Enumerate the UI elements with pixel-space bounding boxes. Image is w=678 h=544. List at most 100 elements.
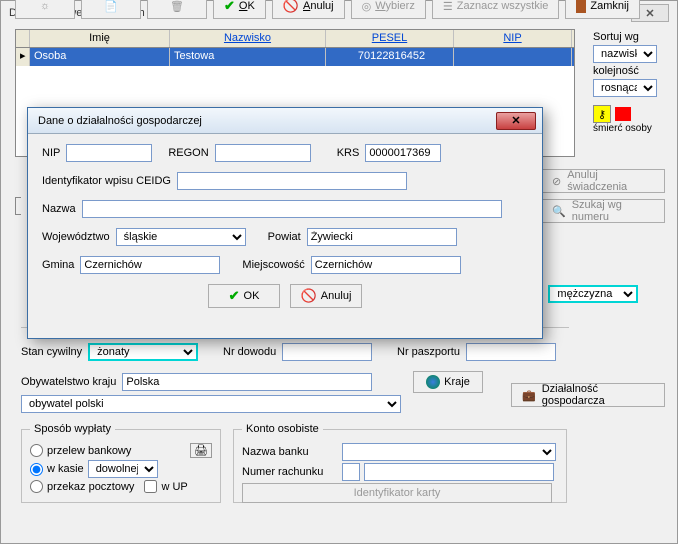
wybierz-button[interactable]: ◎Wybierz — [351, 0, 426, 19]
woj-select[interactable]: śląskie — [116, 228, 246, 246]
close-icon: ✕ — [511, 114, 520, 127]
anuluj-button[interactable]: 🚫Anuluj — [272, 0, 345, 19]
nip-input[interactable] — [66, 144, 152, 162]
trash-icon: 🗑 — [170, 0, 184, 13]
cell-pesel: 70122816452 — [326, 48, 454, 66]
szukaj-numeru-button[interactable]: 🔍 Szukaj wg numeru — [541, 199, 665, 223]
tool1-button[interactable]: ☼ — [15, 0, 75, 19]
miejsc-label: Miejscowość — [242, 259, 304, 271]
ok-button[interactable]: ✔OK — [213, 0, 266, 19]
konto-fieldset: Konto osobiste Nazwa banku Numer rachunk… — [233, 423, 567, 503]
select-all-icon: ☰ — [443, 0, 453, 13]
check-icon: ✔ — [224, 0, 235, 14]
kraje-button[interactable]: Kraje — [413, 371, 483, 393]
sort-panel: Sortuj wg nazwiska kolejność rosnąca ⚷ ś… — [593, 29, 665, 134]
bank-icon[interactable]: 🖨 — [190, 443, 212, 458]
dowod-input[interactable] — [282, 343, 372, 361]
przelew-label: przelew bankowy — [47, 445, 131, 457]
powiat-label: Powiat — [268, 231, 301, 243]
regon-input[interactable] — [215, 144, 311, 162]
sposob-wyplaty-fieldset: Sposób wypłaty przelew bankowy 🖨 w kasie… — [21, 423, 221, 503]
przelew-radio[interactable] — [30, 444, 43, 457]
plec-select[interactable]: mężczyzna — [548, 285, 638, 303]
miejsc-input[interactable] — [311, 256, 461, 274]
dzialalnosc-dialog: Dane o działalności gospodarczej ✕ NIP R… — [27, 107, 543, 339]
rachunek-prefix-input[interactable] — [342, 463, 360, 481]
check-icon: ✔ — [229, 288, 240, 304]
dialog-title: Dane o działalności gospodarczej — [38, 115, 202, 127]
order-label: kolejność — [593, 65, 665, 77]
stan-label: Stan cywilny — [21, 346, 82, 358]
dialog-ok-button[interactable]: ✔OK — [208, 284, 280, 308]
stop-icon: ⊘ — [552, 175, 561, 188]
obyw-label: Obywatelstwo kraju — [21, 376, 116, 388]
paszport-label: Nr paszportu — [397, 346, 460, 358]
target-icon: ◎ — [362, 0, 372, 13]
rachunek-input[interactable] — [364, 463, 554, 481]
id-karty-button[interactable]: Identyfikator karty — [242, 483, 552, 503]
tool2-button[interactable]: 📄 — [81, 0, 141, 19]
przekaz-label: przekaz pocztowy — [47, 481, 134, 493]
dialog-anuluj-button[interactable]: 🚫Anuluj — [290, 284, 362, 308]
grid-header-imie[interactable]: Imię — [30, 30, 170, 47]
bottom-toolbar: ☼ 📄 🗑 ✔OK 🚫Anuluj ◎Wybierz ☰Zaznacz wszy… — [15, 0, 665, 19]
briefcase-icon: 💼 — [522, 389, 536, 402]
cell-nip — [454, 48, 572, 66]
nosign-icon: 🚫 — [301, 288, 317, 304]
sort-order-select[interactable]: rosnąca — [593, 79, 657, 97]
przekaz-radio[interactable] — [30, 480, 43, 493]
anuluj-swiadczenia-button[interactable]: ⊘ Anuluj świadczenia — [541, 169, 665, 193]
powiat-input[interactable] — [307, 228, 457, 246]
konto-legend: Konto osobiste — [242, 423, 323, 435]
dialog-close-button[interactable]: ✕ — [496, 112, 536, 130]
ceidg-label: Identyfikator wpisu CEIDG — [42, 175, 171, 187]
grid-header-selector — [16, 30, 30, 47]
tool3-button[interactable]: 🗑 — [147, 0, 207, 19]
search-icon: 🔍 — [552, 205, 566, 218]
dzialalnosc-button[interactable]: 💼 Działalność gospodarcza — [511, 383, 665, 407]
woj-label: Województwo — [42, 231, 110, 243]
stan-select[interactable]: żonaty — [88, 343, 198, 361]
nazwa-input[interactable] — [82, 200, 502, 218]
nazwa-label: Nazwa — [42, 203, 76, 215]
kasie-label: w kasie — [47, 463, 84, 475]
zamknij-button[interactable]: Zamknij — [565, 0, 640, 19]
bank-label: Nazwa banku — [242, 446, 338, 458]
grid-row-selected[interactable]: ▸ Osoba Testowa 70122816452 — [16, 48, 574, 66]
main-window: Dane osobowe ( wybranych : 0 ) ✕ Imię Na… — [0, 0, 678, 544]
dowod-row: Nr dowodu — [223, 343, 372, 361]
death-label: śmierć osoby — [593, 123, 665, 134]
ceidg-input[interactable] — [177, 172, 407, 190]
stan-cywilny-row: Stan cywilny żonaty — [21, 343, 198, 361]
krs-input[interactable] — [365, 144, 441, 162]
wup-checkbox[interactable] — [144, 480, 157, 493]
regon-label: REGON — [168, 147, 208, 159]
obyw-select[interactable]: obywatel polski — [21, 395, 401, 413]
rachunek-label: Numer rachunku — [242, 466, 338, 478]
kasie-radio[interactable] — [30, 463, 43, 476]
zaznacz-button[interactable]: ☰Zaznacz wszystkie — [432, 0, 560, 19]
row-indicator-icon: ▸ — [16, 48, 30, 66]
grid-header-nazwisko[interactable]: Nazwisko — [170, 30, 326, 47]
globe-icon — [426, 375, 440, 389]
sort-field-select[interactable]: nazwiska — [593, 45, 657, 63]
kasie-select[interactable]: dowolnej — [88, 460, 158, 478]
death-color-swatch — [615, 107, 631, 121]
bank-select[interactable] — [342, 443, 556, 461]
door-icon — [576, 0, 586, 13]
gmina-input[interactable] — [80, 256, 220, 274]
gmina-label: Gmina — [42, 259, 74, 271]
doc-icon: 📄 — [104, 0, 118, 13]
death-toggle-icon[interactable]: ⚷ — [593, 105, 611, 123]
grid-header-nip[interactable]: NIP — [454, 30, 572, 47]
dowod-label: Nr dowodu — [223, 346, 276, 358]
obyw-input[interactable] — [122, 373, 372, 391]
nosign-icon: 🚫 — [283, 0, 299, 14]
paszport-input[interactable] — [466, 343, 556, 361]
grid-header-pesel[interactable]: PESEL — [326, 30, 454, 47]
paszport-row: Nr paszportu — [397, 343, 556, 361]
nip-label: NIP — [42, 147, 60, 159]
krs-label: KRS — [337, 147, 360, 159]
cell-nazwisko: Testowa — [170, 48, 326, 66]
sort-label: Sortuj wg — [593, 31, 665, 43]
